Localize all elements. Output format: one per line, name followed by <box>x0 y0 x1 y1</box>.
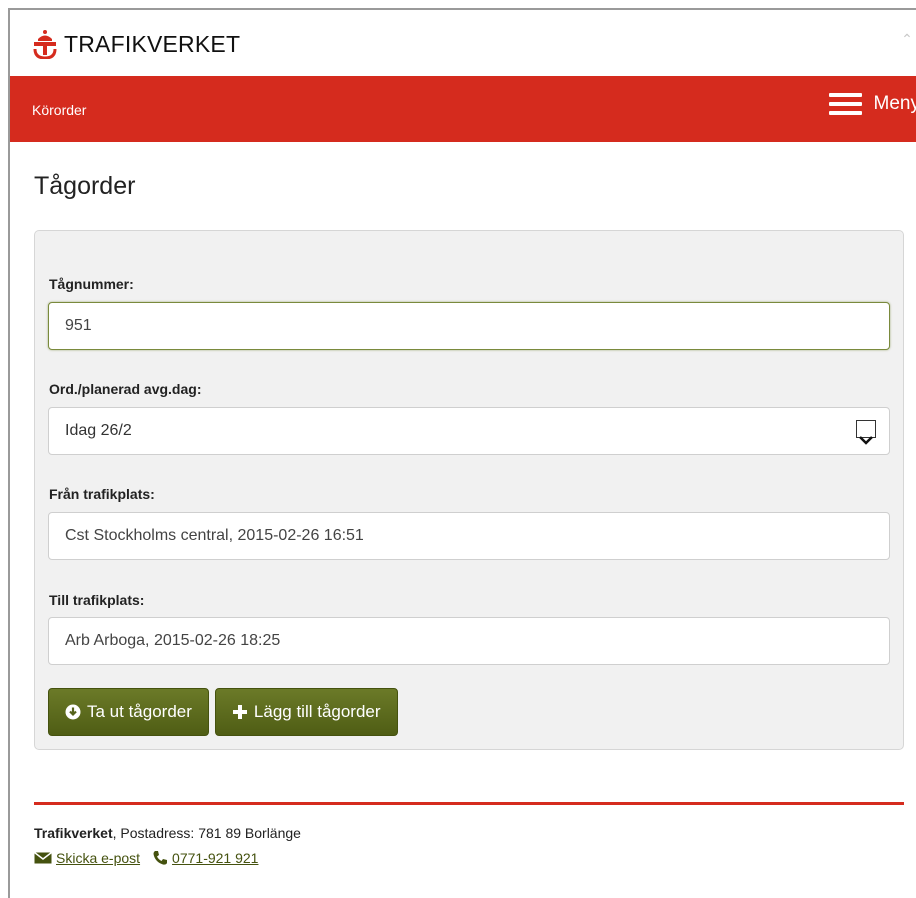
from-station-label: Från trafikplats: <box>49 486 155 502</box>
browser-viewport: ⌃ TRAFIKVERKET Körorder Meny Tågorder Tå… <box>8 8 916 898</box>
page-title: Tågorder <box>34 172 136 200</box>
departure-day-select[interactable]: Idag 26/2 <box>48 407 890 455</box>
phone-icon <box>152 850 168 866</box>
footer-address: Trafikverket, Postadress: 781 89 Borläng… <box>34 825 301 841</box>
train-number-label: Tågnummer: <box>49 276 134 292</box>
footer-divider <box>34 802 904 805</box>
menu-button[interactable]: Meny <box>828 93 916 115</box>
to-station-label: Till trafikplats: <box>49 592 145 608</box>
train-order-form: Tågnummer: 951 Ord./planerad avg.dag: Id… <box>34 230 904 750</box>
brand-name: TRAFIKVERKET <box>64 30 241 57</box>
form-actions: Ta ut tågorder Lägg till tågorder <box>48 688 398 736</box>
footer-org: Trafikverket <box>34 825 113 841</box>
add-train-order-button[interactable]: Lägg till tågorder <box>214 688 398 736</box>
menu-label: Meny <box>873 93 916 114</box>
hamburger-icon <box>828 93 862 115</box>
envelope-icon <box>34 852 52 864</box>
breadcrumb[interactable]: Körorder <box>32 102 86 118</box>
top-navigation-bar: Körorder Meny <box>10 76 916 142</box>
footer-contact-links: Skicka e-post 0771-921 921 <box>34 850 258 866</box>
add-label: Lägg till tågorder <box>253 702 381 721</box>
send-email-link[interactable]: Skicka e-post <box>56 850 140 866</box>
to-station-input[interactable]: Arb Arboga, 2015-02-26 18:25 <box>48 617 890 665</box>
crown-emblem-icon <box>33 30 57 59</box>
from-station-input[interactable]: Cst Stockholms central, 2015-02-26 16:51 <box>48 512 890 560</box>
plus-icon <box>232 704 248 720</box>
trafikverket-logo[interactable]: TRAFIKVERKET <box>32 24 240 64</box>
download-circle-icon <box>65 704 81 720</box>
chevron-down-icon[interactable] <box>856 420 876 445</box>
take-out-train-order-button[interactable]: Ta ut tågorder <box>48 688 209 736</box>
departure-day-label: Ord./planerad avg.dag: <box>49 381 202 397</box>
take-out-label: Ta ut tågorder <box>87 702 192 721</box>
scroll-up-icon[interactable]: ⌃ <box>900 32 914 46</box>
footer-postal-address: , Postadress: 781 89 Borlänge <box>112 825 301 841</box>
phone-link[interactable]: 0771-921 921 <box>172 850 258 866</box>
train-number-input[interactable]: 951 <box>48 302 890 350</box>
departure-day-value: Idag 26/2 <box>65 422 132 439</box>
